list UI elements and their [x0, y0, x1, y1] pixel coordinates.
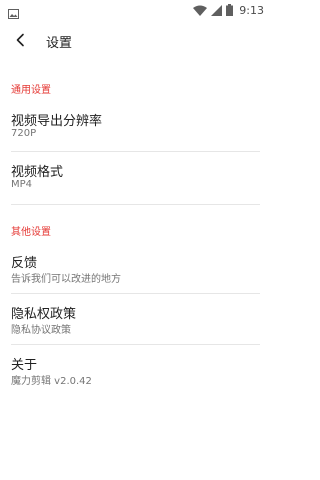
- divider: [11, 344, 260, 345]
- pref-title: 反馈: [11, 256, 38, 271]
- status-time: 9:13: [239, 3, 264, 17]
- divider: [11, 293, 260, 294]
- divider: [11, 204, 260, 205]
- pref-title: 视频导出分辨率: [11, 114, 103, 129]
- pref-item-about[interactable]: 关于 魔力剪辑 v2.0.42: [0, 348, 270, 394]
- pref-summary: 720P: [11, 128, 37, 139]
- pref-summary: 告诉我们可以改进的地方: [11, 274, 121, 285]
- section-header-other: 其他设置: [11, 227, 51, 238]
- pref-item-privacy-policy[interactable]: 隐私权政策 隐私协议政策: [0, 297, 270, 343]
- pref-summary: MP4: [11, 179, 33, 190]
- section-header-general: 通用设置: [11, 85, 51, 96]
- back-arrow-icon: [15, 32, 27, 51]
- pref-summary: 隐私协议政策: [11, 325, 71, 336]
- divider: [11, 151, 260, 152]
- pref-title: 视频格式: [11, 165, 64, 180]
- pref-title: 关于: [11, 358, 38, 373]
- cellular-signal-icon: [211, 1, 223, 20]
- pref-summary: 魔力剪辑 v2.0.42: [11, 376, 92, 387]
- wifi-icon: [193, 1, 208, 20]
- status-bar: 9:13: [0, 0, 270, 20]
- pref-item-feedback[interactable]: 反馈 告诉我们可以改进的地方: [0, 246, 270, 292]
- pref-item-video-format[interactable]: 视频格式 MP4: [0, 155, 270, 201]
- app-bar: 设置: [0, 22, 270, 60]
- pref-title: 隐私权政策: [11, 307, 77, 322]
- back-button[interactable]: [8, 28, 34, 54]
- page-title: 设置: [46, 36, 73, 51]
- battery-icon: [226, 1, 234, 20]
- pref-item-export-resolution[interactable]: 视频导出分辨率 720P: [0, 104, 270, 150]
- image-notification-icon: [8, 4, 19, 23]
